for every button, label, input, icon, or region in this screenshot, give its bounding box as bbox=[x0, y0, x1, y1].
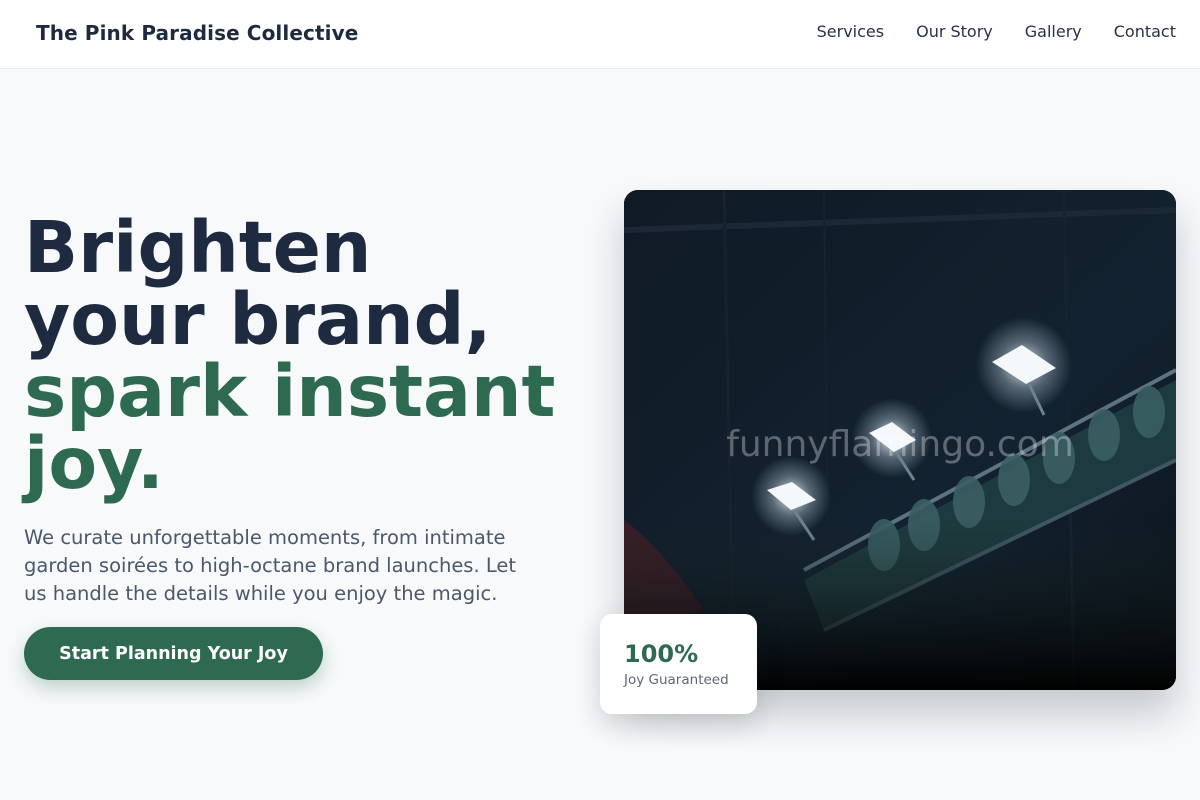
hero-title-line-2: your brand, bbox=[24, 278, 492, 361]
stat-label: Joy Guaranteed bbox=[624, 672, 729, 688]
nav-contact[interactable]: Contact bbox=[1114, 22, 1176, 41]
stat-value: 100% bbox=[624, 640, 699, 668]
stat-card: 100% Joy Guaranteed bbox=[600, 614, 757, 714]
nav-our-story[interactable]: Our Story bbox=[916, 22, 993, 41]
nav-gallery[interactable]: Gallery bbox=[1025, 22, 1082, 41]
hero-title-line-3: spark instant bbox=[24, 350, 556, 433]
site-header: The Pink Paradise Collective Services Ou… bbox=[0, 0, 1200, 69]
hero-subtitle: We curate unforgettable moments, from in… bbox=[24, 526, 517, 605]
start-planning-button[interactable]: Start Planning Your Joy bbox=[24, 627, 323, 680]
watermark-text: funnyflamingo.com bbox=[726, 424, 1074, 465]
hero-title-line-1: Brighten bbox=[24, 206, 372, 289]
hero-title: Brighten your brand, spark instant joy. bbox=[24, 212, 604, 500]
brand-name[interactable]: The Pink Paradise Collective bbox=[36, 21, 358, 45]
main-nav: Services Our Story Gallery Contact bbox=[817, 22, 1176, 41]
nav-services[interactable]: Services bbox=[817, 22, 884, 41]
hero-title-line-4: joy. bbox=[24, 422, 164, 505]
